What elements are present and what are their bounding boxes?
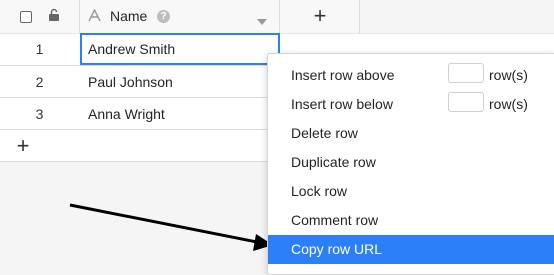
menu-item-insert-row-below[interactable]: Insert row below row(s) xyxy=(268,90,554,119)
rows-suffix-label: row(s) xyxy=(489,96,528,112)
menu-item-lock-row[interactable]: Lock row xyxy=(268,177,554,206)
menu-item-label: Insert row below xyxy=(291,96,393,112)
menu-item-duplicate-row[interactable]: Duplicate row xyxy=(268,148,554,177)
menu-item-comment-row[interactable]: Comment row xyxy=(268,206,554,235)
insert-below-count-input[interactable] xyxy=(448,92,484,112)
row-context-menu: Insert row above row(s) Insert row below… xyxy=(267,53,554,275)
rows-suffix-label: row(s) xyxy=(489,67,528,83)
insert-above-count-input[interactable] xyxy=(448,63,484,83)
menu-item-label: Insert row above xyxy=(291,67,395,83)
menu-item-copy-row-url[interactable]: Copy row URL xyxy=(268,235,554,264)
menu-item-insert-row-above[interactable]: Insert row above row(s) xyxy=(268,61,554,90)
menu-item-delete-row[interactable]: Delete row xyxy=(268,119,554,148)
